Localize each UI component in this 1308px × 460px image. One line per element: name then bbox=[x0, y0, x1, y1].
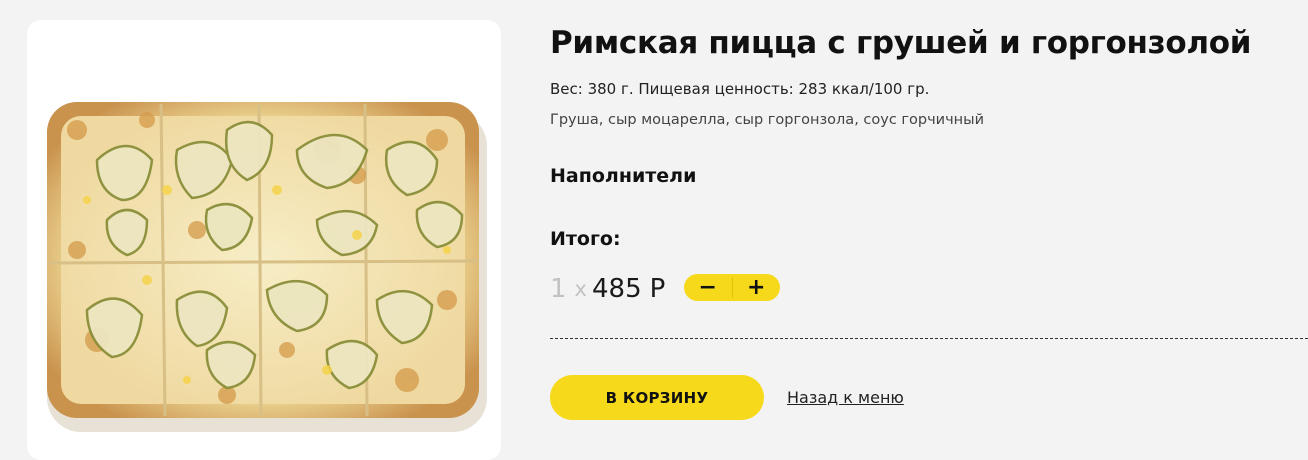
increase-quantity-button[interactable]: + bbox=[733, 274, 781, 301]
currency-symbol: Р bbox=[649, 274, 666, 304]
quantity-stepper: − + bbox=[684, 274, 780, 301]
add-to-cart-button[interactable]: В КОРЗИНУ bbox=[550, 375, 764, 420]
pizza-photo bbox=[47, 102, 487, 432]
product-title: Римская пицца с грушей и горгонзолой bbox=[550, 25, 1252, 61]
quantity-value: 1 bbox=[550, 274, 567, 304]
product-ingredients: Груша, сыр моцарелла, сыр горгонзола, со… bbox=[550, 112, 985, 128]
price-summary: 1 x 485 Р bbox=[550, 272, 665, 306]
product-weight-nutrition: Вес: 380 г. Пищевая ценность: 283 ккал/1… bbox=[550, 80, 930, 98]
product-image-card bbox=[27, 20, 501, 460]
back-to-menu-link[interactable]: Назад к меню bbox=[787, 388, 904, 407]
multiply-sign: x bbox=[574, 277, 587, 301]
total-label: Итого: bbox=[550, 228, 621, 250]
price-value: 485 bbox=[591, 274, 642, 304]
dashed-divider bbox=[550, 338, 1308, 339]
decrease-quantity-button[interactable]: − bbox=[684, 274, 732, 301]
fillers-heading: Наполнители bbox=[550, 165, 697, 187]
